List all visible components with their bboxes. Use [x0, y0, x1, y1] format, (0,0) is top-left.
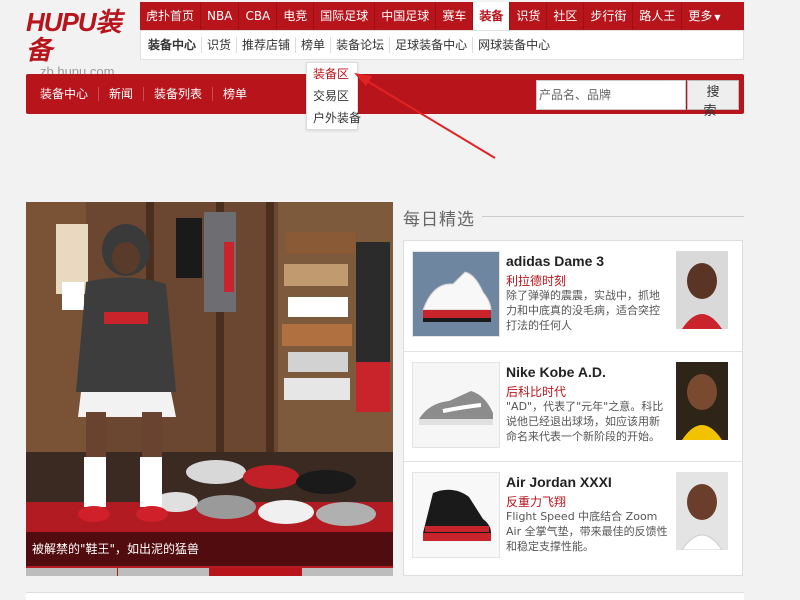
topnav-item-esports[interactable]: 电竞 [277, 2, 315, 30]
topnav-item-shihuo[interactable]: 识货 [510, 2, 548, 30]
redbar-item-news[interactable]: 新闻 [99, 87, 145, 101]
pick-description: Flight Speed 中底结合 Zoom Air 全掌气垫，带来最佳的反馈性… [506, 510, 668, 553]
daily-picks-panel: adidas Dame 3 利拉德时刻 除了弹弹的震震，实战中，抓地力和中底真的… [403, 240, 743, 576]
pick-title[interactable]: adidas Dame 3 [506, 253, 604, 269]
topnav-item-china-soccer[interactable]: 中国足球 [375, 2, 437, 30]
subnav-item-forum[interactable]: 装备论坛 [331, 37, 391, 53]
gear-nav-bar: 装备中心 新闻 装备列表 榜单 搜 索 [26, 74, 744, 119]
dropdown-item-trade-zone[interactable]: 交易区 [307, 85, 357, 107]
footer-strip [26, 592, 744, 600]
shoe-image[interactable] [412, 251, 500, 337]
redbar-item-gear-center[interactable]: 装备中心 [30, 87, 100, 101]
sneaker-icon [413, 252, 499, 336]
slide-dot[interactable] [302, 568, 393, 576]
redbar-item-rankings[interactable]: 榜单 [213, 87, 257, 101]
hero-image[interactable] [26, 202, 393, 576]
pick-subtitle: 反重力飞翔 [506, 495, 567, 509]
player-avatar [676, 251, 728, 329]
pick-title[interactable]: Air Jordan XXXI [506, 474, 612, 490]
search-input[interactable] [536, 80, 686, 110]
topnav-item-bxj[interactable]: 步行街 [584, 2, 634, 30]
topnav-item-more[interactable]: 更多 ▼ [682, 2, 726, 30]
pick-title[interactable]: Nike Kobe A.D. [506, 364, 606, 380]
shoe-image[interactable] [412, 472, 500, 558]
topnav-item-hupu-home[interactable]: 虎扑首页 [140, 2, 202, 30]
pick-description: 除了弹弹的震震，实战中，抓地力和中底真的没毛病，适合突控打法的任何人 [506, 289, 660, 332]
slide-dot-active[interactable] [210, 568, 301, 576]
hero-slide-indicator [26, 568, 393, 576]
topnav-item-lurenwang[interactable]: 路人王 [633, 2, 683, 30]
topnav-item-gear[interactable]: 装备 [473, 2, 511, 30]
subnav-item-shihuo[interactable]: 识货 [202, 37, 238, 53]
pick-item[interactable]: adidas Dame 3 利拉德时刻 除了弹弹的震震，实战中，抓地力和中底真的… [404, 241, 742, 351]
player-avatar [676, 472, 728, 550]
pick-item[interactable]: Nike Kobe A.D. 后科比时代 "AD"，代表了"元年"之意。科比说他… [404, 351, 742, 461]
pick-subtitle: 后科比时代 [506, 385, 567, 399]
sneaker-icon [413, 473, 499, 557]
subnav-item-shops[interactable]: 推荐店铺 [237, 37, 297, 53]
sneaker-icon [413, 363, 499, 447]
dropdown-item-gear-zone[interactable]: 装备区 [307, 63, 357, 85]
forum-dropdown: 装备区 交易区 户外装备 [306, 62, 361, 130]
pick-item[interactable]: Air Jordan XXXI 反重力飞翔 Flight Speed 中底结合 … [404, 461, 742, 571]
slide-dot[interactable] [26, 568, 117, 576]
pick-description: "AD"，代表了"元年"之意。科比说他已经退出球场，如应该用新命名来代表一个新阶… [506, 400, 664, 443]
search-button[interactable]: 搜 索 [687, 80, 739, 119]
player-portrait-icon [676, 472, 728, 550]
player-portrait-icon [676, 251, 728, 329]
topnav-item-intl-soccer[interactable]: 国际足球 [314, 2, 376, 30]
topnav-item-nba[interactable]: NBA [201, 2, 240, 30]
hero-caption[interactable]: 被解禁的"鞋王"，如出泥的猛兽 [26, 532, 393, 566]
locker-room-photo [26, 202, 393, 576]
topnav-item-racing[interactable]: 赛车 [436, 2, 474, 30]
subnav-item-tennis-gear[interactable]: 网球装备中心 [473, 37, 555, 53]
subnav-item-gear-center[interactable]: 装备中心 [143, 37, 203, 53]
divider [482, 216, 744, 217]
subnav-item-rankings[interactable]: 榜单 [296, 37, 332, 53]
player-portrait-icon [676, 362, 728, 440]
topnav-item-cba[interactable]: CBA [239, 2, 278, 30]
slide-dot[interactable] [118, 568, 209, 576]
dropdown-item-outdoor[interactable]: 户外装备 [307, 107, 361, 129]
shoe-image[interactable] [412, 362, 500, 448]
player-avatar [676, 362, 728, 440]
caret-down-icon: ▼ [714, 13, 721, 22]
subnav-item-soccer-gear[interactable]: 足球装备中心 [390, 37, 474, 53]
logo-text: HUPU装备 [26, 7, 122, 65]
site-logo[interactable]: HUPU装备 zb.hupu.com [26, 8, 138, 79]
redbar-item-gear-list[interactable]: 装备列表 [144, 87, 214, 101]
more-label: 更多 [688, 9, 713, 23]
sub-nav: 装备中心 识货 推荐店铺 榜单 装备论坛 足球装备中心 网球装备中心 [140, 30, 744, 60]
topnav-item-community[interactable]: 社区 [547, 2, 585, 30]
daily-picks-title: 每日精选 [403, 210, 475, 230]
pick-subtitle: 利拉德时刻 [506, 274, 567, 288]
top-nav: 虎扑首页 NBA CBA 电竞 国际足球 中国足球 赛车 装备 识货 社区 步行… [140, 2, 744, 30]
